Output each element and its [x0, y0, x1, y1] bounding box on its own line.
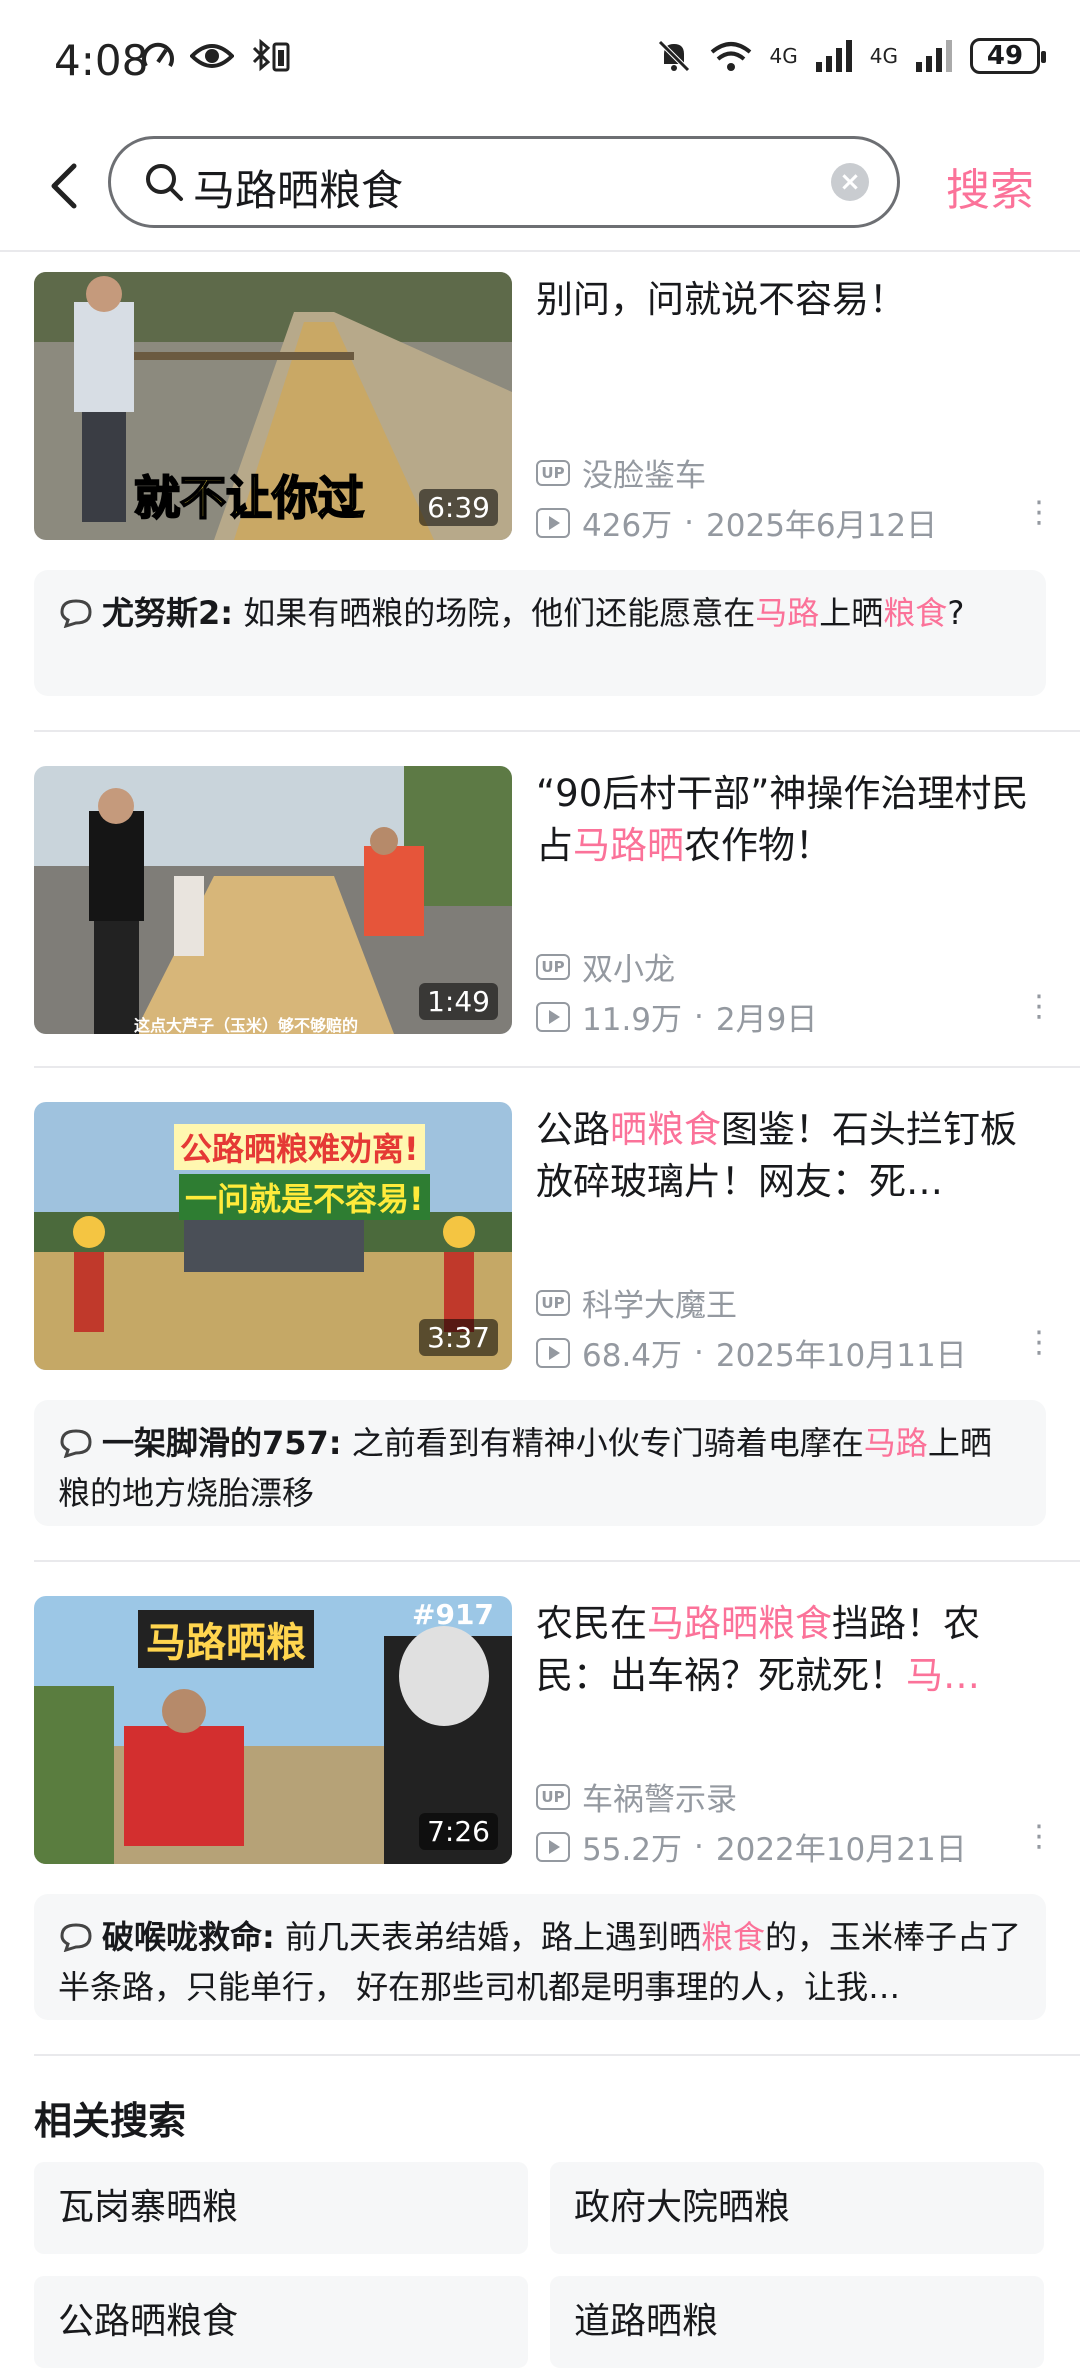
- speed-icon: [142, 42, 174, 68]
- signal-icon-1: [815, 40, 852, 72]
- video-thumbnail[interactable]: 公路晒粮难劝离! 一问就是不容易! 3:37: [34, 1102, 512, 1370]
- play-count-icon: [536, 1337, 570, 1368]
- comment-icon: [60, 1429, 92, 1458]
- bluetooth-battery-icon: [252, 38, 290, 72]
- more-options-icon[interactable]: ⋮: [1024, 1822, 1054, 1852]
- network-label-1: 4G: [769, 44, 798, 68]
- divider: [34, 730, 1080, 732]
- more-options-icon[interactable]: ⋮: [1024, 992, 1054, 1022]
- thumbnail-tag: #917: [412, 1598, 494, 1631]
- hot-comment[interactable]: 尤努斯2: 如果有晒粮的场院，他们还能愿意在马路上晒粮食?: [34, 570, 1046, 696]
- thumbnail-caption: 这点大芦子（玉米）够不够赔的: [134, 1016, 359, 1034]
- divider: [34, 1560, 1080, 1562]
- video-stats: 55.2万 · 2022年10月21日: [536, 1824, 967, 1869]
- battery-indicator: 49: [970, 38, 1046, 74]
- comment-icon: [60, 1923, 92, 1952]
- search-button[interactable]: 搜索: [946, 154, 1034, 218]
- status-right-icons: 4G 4G 49: [656, 38, 1046, 74]
- search-icon: [146, 164, 183, 201]
- video-stats: 11.9万 · 2月9日: [536, 994, 817, 1039]
- video-title[interactable]: 别问，问就说不容易！: [536, 274, 1036, 326]
- video-thumbnail[interactable]: 马路晒粮 #917 7:26: [34, 1596, 512, 1864]
- video-stats: 426万 · 2025年6月12日: [536, 500, 937, 545]
- video-duration: 1:49: [419, 983, 498, 1020]
- video-author[interactable]: UP 车祸警示录: [536, 1774, 737, 1819]
- video-duration: 6:39: [419, 489, 498, 526]
- video-thumbnail[interactable]: 就不让你过 6:39: [34, 272, 512, 540]
- related-search-item[interactable]: 瓦岗寨晒粮: [34, 2162, 528, 2254]
- video-title[interactable]: 农民在马路晒粮食挡路！农民：出车祸？死就死！马…: [536, 1598, 1036, 1702]
- hot-comment[interactable]: 一架脚滑的757: 之前看到有精神小伙专门骑着电摩在马路上晒粮的地方烧胎漂移: [34, 1400, 1046, 1526]
- network-label-2: 4G: [869, 44, 898, 68]
- comment-user[interactable]: 尤努斯2:: [102, 594, 233, 632]
- video-author[interactable]: UP 双小龙: [536, 944, 675, 989]
- video-thumbnail[interactable]: 这点大芦子（玉米）够不够赔的 1:49: [34, 766, 512, 1034]
- more-options-icon[interactable]: ⋮: [1024, 1328, 1054, 1358]
- play-count-icon: [536, 1831, 570, 1862]
- comment-icon: [60, 599, 92, 628]
- video-duration: 7:26: [419, 1813, 498, 1850]
- up-icon: UP: [536, 1289, 570, 1316]
- eye-icon: [190, 44, 234, 68]
- thumbnail-caption-bottom: 一问就是不容易!: [179, 1174, 430, 1220]
- wifi-icon: [710, 42, 751, 71]
- related-search-item[interactable]: 政府大院晒粮: [550, 2162, 1044, 2254]
- thumbnail-caption: 就不让你过: [133, 470, 365, 526]
- search-query-text[interactable]: 马路晒粮食: [193, 157, 403, 218]
- video-duration: 3:37: [419, 1319, 498, 1356]
- status-left-icons: [140, 38, 294, 74]
- up-icon: UP: [536, 1783, 570, 1810]
- divider: [34, 1066, 1080, 1068]
- video-title[interactable]: 公路晒粮食图鉴！石头拦钉板放碎玻璃片！网友：死…: [536, 1104, 1036, 1208]
- video-author[interactable]: UP 没脸鉴车: [536, 450, 706, 495]
- related-search-item[interactable]: 公路晒粮食: [34, 2276, 528, 2368]
- comment-user[interactable]: 破喉咙救命:: [102, 1918, 275, 1956]
- related-search-item[interactable]: 道路晒粮: [550, 2276, 1044, 2368]
- hot-comment[interactable]: 破喉咙救命: 前几天表弟结婚，路上遇到晒粮食的，玉米棒子占了半条路，只能单行， …: [34, 1894, 1046, 2020]
- thumbnail-caption: 马路晒粮: [138, 1610, 314, 1668]
- more-options-icon[interactable]: ⋮: [1024, 498, 1054, 528]
- divider: [34, 2054, 1080, 2056]
- related-searches-title: 相关搜索: [34, 2099, 187, 2143]
- video-stats: 68.4万 · 2025年10月11日: [536, 1330, 967, 1375]
- thumbnail-caption-top: 公路晒粮难劝离!: [174, 1124, 425, 1170]
- up-icon: UP: [536, 459, 570, 486]
- search-header: 马路晒粮食 × 搜索: [0, 120, 1080, 252]
- back-arrow-icon[interactable]: [40, 156, 90, 216]
- status-time: 4:08: [54, 36, 149, 85]
- search-input[interactable]: 马路晒粮食 ×: [108, 136, 900, 228]
- comment-user[interactable]: 一架脚滑的757:: [102, 1424, 342, 1462]
- video-title[interactable]: “90后村干部”神操作治理村民占马路晒农作物！: [536, 768, 1036, 872]
- mute-icon: [657, 40, 690, 72]
- clear-icon[interactable]: ×: [831, 163, 869, 201]
- status-bar: 4:08 4G 4G 49: [0, 0, 1080, 120]
- play-count-icon: [536, 507, 570, 538]
- video-author[interactable]: UP 科学大魔王: [536, 1280, 737, 1325]
- signal-icon-2: [916, 40, 952, 72]
- up-icon: UP: [536, 953, 570, 980]
- play-count-icon: [536, 1001, 570, 1032]
